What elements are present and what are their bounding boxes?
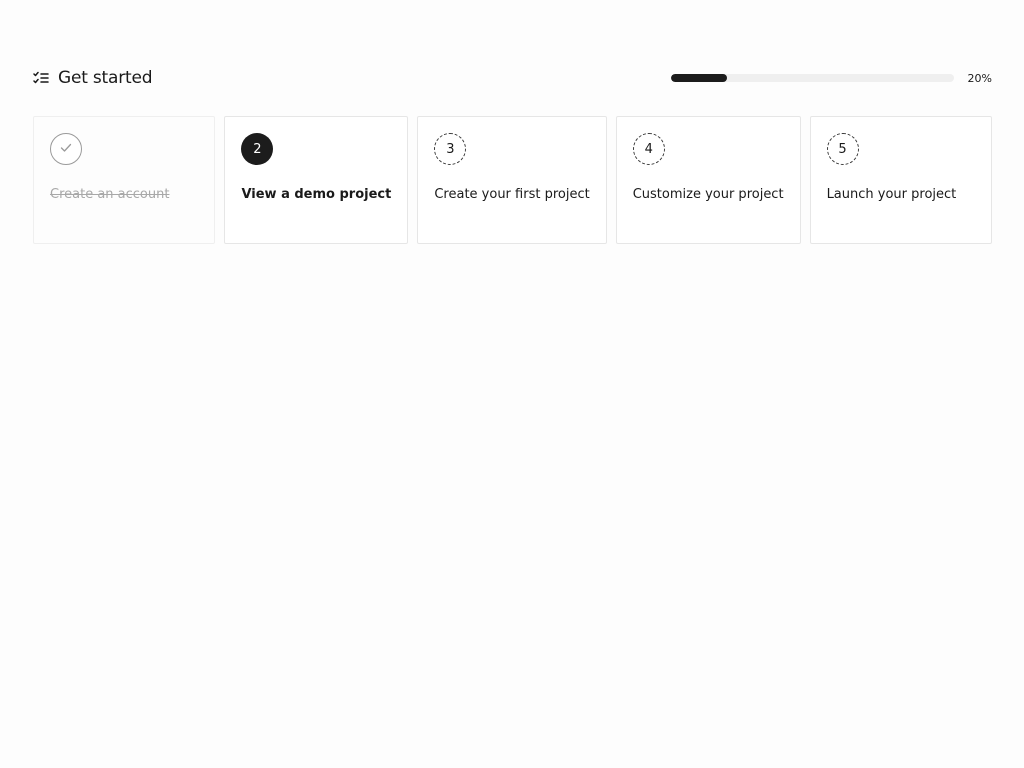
- step-label: View a demo project: [241, 187, 392, 202]
- progress-bar-fill: [670, 74, 728, 82]
- step-card-view-demo[interactable]: 2 View a demo project: [224, 116, 409, 244]
- step-label: Create an account: [50, 187, 170, 202]
- page-header: Get started 20%: [33, 64, 992, 92]
- progress-percent: 20%: [967, 71, 992, 85]
- step-number-badge: 2: [241, 133, 274, 165]
- steps-list: Create an account 2 View a demo project …: [33, 116, 992, 244]
- step-card-create-account[interactable]: Create an account: [33, 116, 216, 244]
- step-card-create-project[interactable]: 3 Create your first project: [417, 116, 607, 244]
- checklist-icon: [33, 70, 49, 86]
- step-card-launch-project[interactable]: 5 Launch your project: [809, 116, 992, 244]
- check-icon: [60, 142, 72, 157]
- step-label: Launch your project: [826, 187, 957, 202]
- step-number-badge: 5: [826, 133, 859, 165]
- step-label: Create your first project: [434, 187, 590, 202]
- progress-bar: [670, 74, 954, 82]
- step-status-circle: [50, 133, 82, 165]
- step-label: Customize your project: [632, 187, 784, 202]
- title-group: Get started: [33, 68, 153, 88]
- step-card-customize-project[interactable]: 4 Customize your project: [615, 116, 801, 244]
- step-number-badge: 3: [434, 133, 467, 165]
- step-number-badge: 4: [632, 133, 665, 165]
- page-title: Get started: [58, 68, 153, 88]
- progress-group: 20%: [670, 71, 992, 85]
